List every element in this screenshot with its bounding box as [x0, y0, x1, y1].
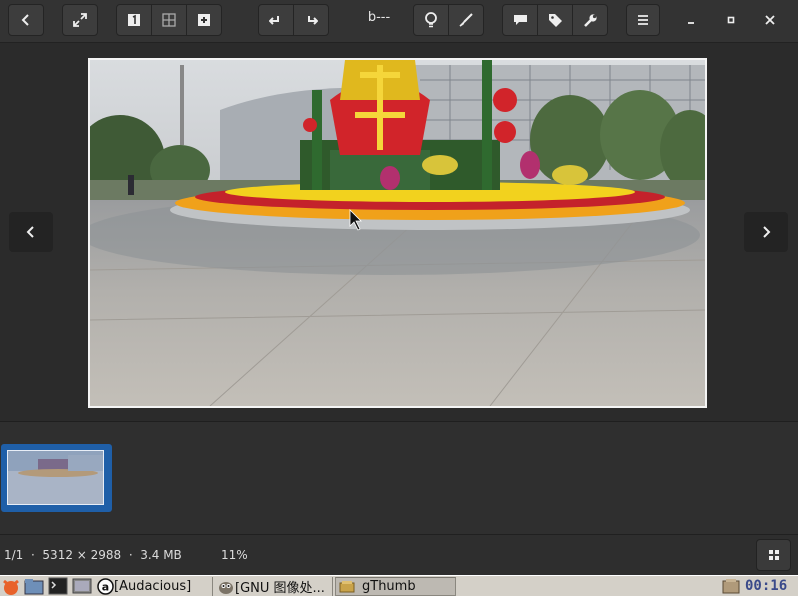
image-dimensions: 5312 × 2988	[42, 548, 122, 562]
image-position: 1/1	[4, 548, 24, 562]
single-view-button[interactable]	[116, 4, 152, 36]
zoom-level[interactable]: 11%	[221, 548, 248, 562]
add-icon	[198, 14, 210, 26]
tray-icon[interactable]	[722, 578, 740, 594]
svg-text:a: a	[102, 581, 109, 594]
back-button[interactable]	[8, 4, 44, 36]
status-bar: 1/1 · 5312 × 2988 · 3.4 MB 11%	[0, 534, 798, 576]
displayed-photo[interactable]	[88, 58, 707, 408]
tag-button[interactable]	[537, 4, 573, 36]
gimp-icon	[219, 582, 233, 594]
rotate-right-button[interactable]	[293, 4, 329, 36]
fullscreen-icon	[73, 13, 87, 27]
grid-icon	[768, 550, 779, 560]
brush-icon	[459, 13, 473, 27]
close-icon	[765, 15, 775, 25]
window-title: b---	[367, 10, 391, 25]
rotate-left-button[interactable]	[258, 4, 294, 36]
tools-button[interactable]	[572, 4, 608, 36]
close-button[interactable]	[754, 4, 786, 36]
edit-button[interactable]	[448, 4, 484, 36]
single-view-icon	[128, 14, 140, 26]
thumbnails-toggle-button[interactable]	[756, 539, 791, 571]
chevron-left-icon	[26, 226, 34, 238]
task-gthumb[interactable]: gThumb	[335, 577, 456, 596]
minimize-button[interactable]	[675, 4, 707, 36]
rotate-right-icon	[308, 16, 318, 25]
back-icon	[21, 14, 29, 26]
adjust-button[interactable]	[413, 4, 449, 36]
wrench-icon	[583, 13, 597, 27]
file-manager-icon[interactable]	[24, 577, 44, 595]
maximize-button[interactable]	[715, 4, 747, 36]
chevron-right-icon	[763, 226, 771, 238]
minimize-icon	[688, 22, 694, 24]
browser-view-button[interactable]	[151, 4, 187, 36]
start-menu-icon[interactable]	[1, 577, 21, 595]
add-button[interactable]	[186, 4, 222, 36]
rotate-left-icon	[269, 16, 279, 25]
image-info: 1/1 · 5312 × 2988 · 3.4 MB	[4, 548, 182, 562]
fullscreen-button[interactable]	[62, 4, 98, 36]
system-taskbar: a [Audacious] [GNU 图像处... gThumb 00:16	[0, 575, 798, 596]
tag-icon	[548, 13, 562, 27]
file-size: 3.4 MB	[140, 548, 182, 562]
thumbnail-strip	[0, 421, 798, 535]
audacious-icon: a	[97, 578, 114, 595]
clock[interactable]: 00:16	[745, 578, 787, 594]
task-audacious[interactable]: a [Audacious]	[95, 577, 213, 596]
terminal-icon[interactable]	[48, 577, 68, 595]
gthumb-icon	[339, 581, 355, 593]
next-image-button[interactable]	[744, 212, 788, 252]
menu-button[interactable]	[626, 4, 660, 36]
header-bar: b---	[0, 0, 798, 43]
desktop-icon[interactable]	[72, 577, 92, 595]
lightbulb-icon	[425, 12, 437, 28]
photo-content	[90, 60, 705, 406]
maximize-icon	[727, 16, 735, 24]
comment-icon	[513, 15, 527, 25]
task-gimp[interactable]: [GNU 图像处...	[215, 577, 333, 596]
menu-icon	[638, 15, 648, 25]
previous-image-button[interactable]	[9, 212, 53, 252]
thumbnail-selected[interactable]	[1, 444, 112, 512]
comment-button[interactable]	[502, 4, 538, 36]
grid-view-icon	[162, 13, 176, 27]
thumbnail-image	[7, 450, 104, 505]
